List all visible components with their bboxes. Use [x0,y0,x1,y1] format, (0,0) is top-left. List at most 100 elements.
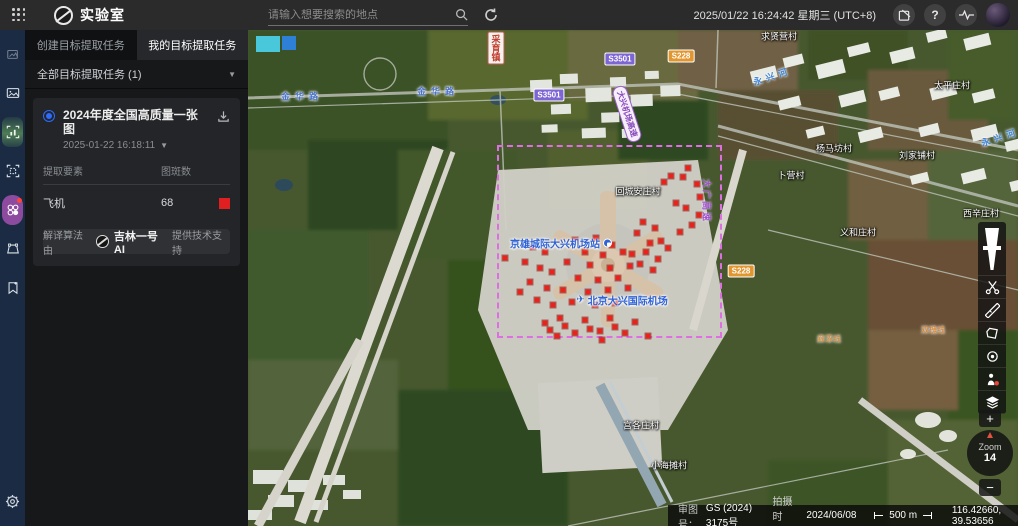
detection-marker[interactable] [588,263,593,268]
clip-tool[interactable] [978,276,1006,299]
sidebar-item-object-scan[interactable] [2,156,23,186]
detection-marker[interactable] [653,226,658,231]
task-datetime-dropdown[interactable]: 2025-01-22 16:18:11 ▼ [63,140,209,151]
detection-marker[interactable] [573,238,578,243]
detection-marker[interactable] [690,223,695,228]
detection-marker[interactable] [543,250,548,255]
detection-marker[interactable] [543,321,548,326]
detection-marker[interactable] [594,236,599,241]
detection-marker[interactable] [626,286,631,291]
reset-search-icon[interactable] [482,6,500,24]
detection-marker[interactable] [531,245,536,250]
detection-marker[interactable] [565,260,570,265]
tab-my-tasks[interactable]: 我的目标提取任务 [137,30,249,60]
detection-marker[interactable] [621,250,626,255]
task-filter-dropdown[interactable]: 全部目标提取任务 (1) ▼ [25,60,248,89]
detection-marker[interactable] [613,301,618,306]
sidebar-item-bookmark[interactable] [2,273,23,303]
detection-marker[interactable] [610,243,615,248]
detection-marker[interactable] [586,290,591,295]
detection-marker[interactable] [545,286,550,291]
sidebar-item-components[interactable] [2,195,23,225]
table-row[interactable]: 飞机 68 [43,185,230,215]
detection-marker[interactable] [635,231,640,236]
detection-marker[interactable] [535,298,540,303]
detection-marker[interactable] [616,276,621,281]
detection-marker[interactable] [678,230,683,235]
detection-marker[interactable] [606,288,611,293]
help-icon[interactable]: ? [924,4,946,26]
activity-pulse-icon[interactable] [955,4,977,26]
detection-marker[interactable] [523,260,528,265]
detection-marker[interactable] [528,280,533,285]
detection-marker[interactable] [646,334,651,339]
detection-marker[interactable] [598,329,603,334]
draw-polygon-tool[interactable] [978,322,1006,345]
task-radio-selected[interactable] [43,110,55,122]
detection-marker[interactable] [662,180,667,185]
detection-marker[interactable] [608,316,613,321]
detection-marker[interactable] [558,316,563,321]
sidebar-item-settings[interactable] [2,486,23,516]
sidebar-item-gallery[interactable] [2,78,23,108]
detection-marker[interactable] [570,300,575,305]
location-search[interactable] [268,4,468,26]
detection-marker[interactable] [698,195,703,200]
detection-marker[interactable] [608,266,613,271]
street-view-tool[interactable] [978,368,1006,391]
tab-create-task[interactable]: 创建目标提取任务 [25,30,137,60]
detection-marker[interactable] [583,318,588,323]
sidebar-item-polygon-draw[interactable] [2,234,23,264]
detection-marker[interactable] [593,303,598,308]
detection-marker[interactable] [659,239,664,244]
compass-zoom-indicator[interactable]: Zoom 14 [967,430,1013,476]
swipe-compare-tool[interactable] [978,222,1006,276]
detection-marker[interactable] [695,182,700,187]
detection-marker[interactable] [503,256,508,261]
detection-marker[interactable] [596,278,601,283]
detection-marker[interactable] [651,268,656,273]
detection-marker[interactable] [583,250,588,255]
detection-marker[interactable] [641,220,646,225]
detection-marker[interactable] [684,206,689,211]
search-icon[interactable] [455,8,468,21]
app-grid-icon[interactable] [12,8,26,22]
measure-tool[interactable] [978,299,1006,322]
detection-marker[interactable] [681,175,686,180]
detection-marker[interactable] [600,338,605,343]
detection-marker[interactable] [518,290,523,295]
detection-marker[interactable] [644,250,649,255]
detection-marker[interactable] [576,276,581,281]
detection-marker[interactable] [548,328,553,333]
detection-marker[interactable] [656,257,661,262]
detection-marker[interactable] [666,246,671,251]
sidebar-item-target-extract[interactable] [2,117,23,147]
detection-marker[interactable] [555,334,560,339]
feature-color-swatch[interactable] [219,198,230,209]
detection-marker[interactable] [669,174,674,179]
detection-marker[interactable] [538,266,543,271]
detection-marker[interactable] [561,288,566,293]
detection-marker[interactable] [628,264,633,269]
detection-marker[interactable] [686,166,691,171]
task-card[interactable]: 2024年度全国高质量一张图 2025-01-22 16:18:11 ▼ 提取要… [33,98,240,266]
detection-marker[interactable] [638,262,643,267]
detection-marker[interactable] [648,241,653,246]
detection-marker[interactable] [551,303,556,308]
zoom-in-button[interactable]: + [979,410,1001,427]
detection-marker[interactable] [630,252,635,257]
detection-marker[interactable] [601,253,606,258]
detection-marker[interactable] [550,270,555,275]
zoom-out-button[interactable]: − [979,479,1001,496]
search-input[interactable] [268,9,455,21]
sidebar-item-collection[interactable] [2,39,23,69]
detection-marker[interactable] [633,320,638,325]
detection-marker[interactable] [623,331,628,336]
detection-marker[interactable] [674,201,679,206]
algorithm-credit-button[interactable]: 解译算法由 吉林一号AI 提供技术支持 [43,229,230,254]
feedback-note-icon[interactable] [893,4,915,26]
locate-tool[interactable] [978,345,1006,368]
satellite-map[interactable]: 采育镇S3501S3501S228S228金华路金华路永兴河永兴河大兴机场高速大… [248,30,1018,526]
detection-marker[interactable] [588,327,593,332]
user-avatar[interactable] [986,3,1010,27]
